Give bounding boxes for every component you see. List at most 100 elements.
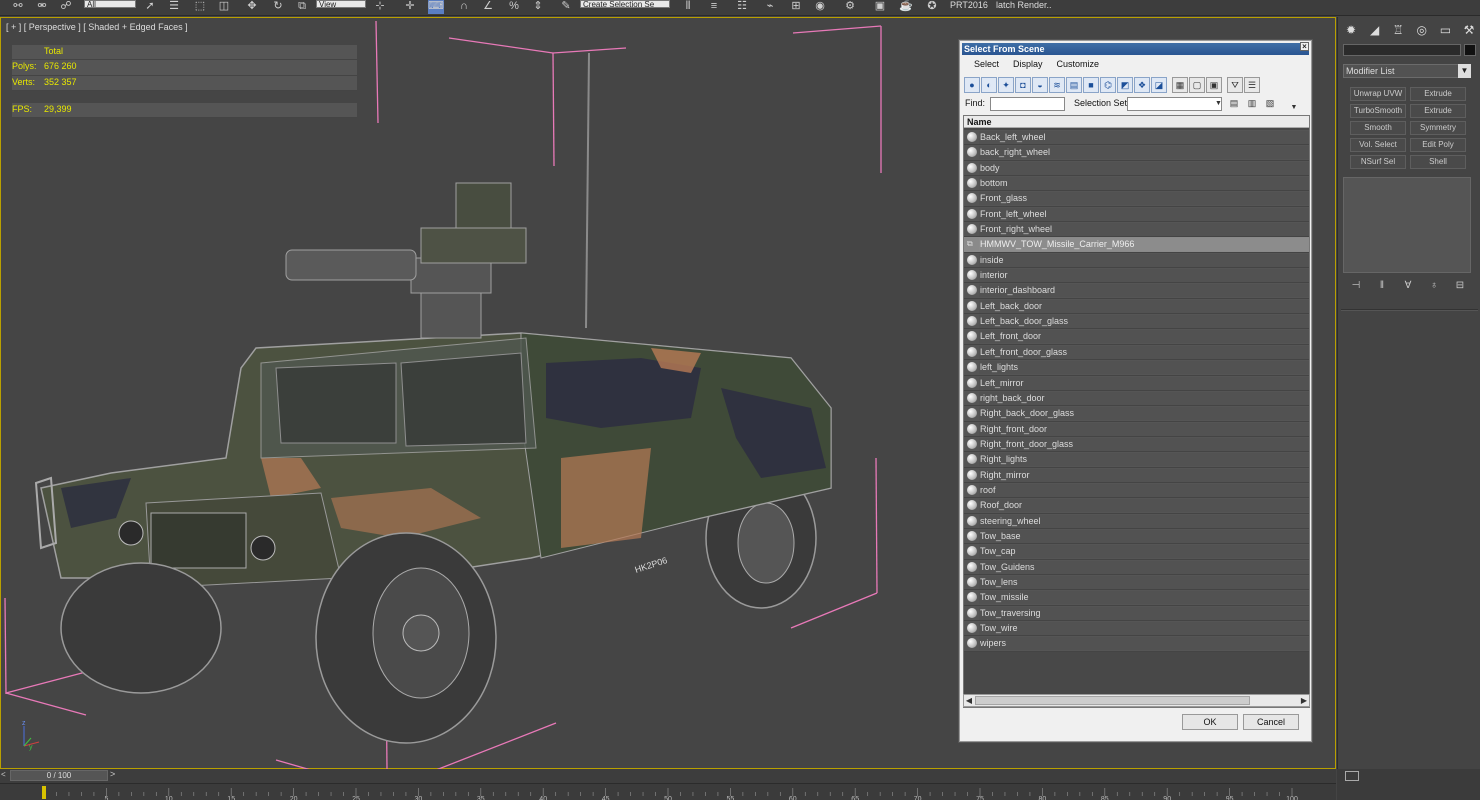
window-crossing-icon[interactable]: ◫ xyxy=(216,0,232,14)
list-item[interactable]: Back_left_wheel xyxy=(964,130,1309,146)
list-item[interactable]: Tow_traversing xyxy=(964,605,1309,621)
pin-stack-icon[interactable]: ⊣ xyxy=(1348,279,1364,293)
reference-coordinate-dropdown[interactable]: View xyxy=(316,0,366,8)
ok-button[interactable]: OK xyxy=(1182,714,1238,730)
list-item[interactable]: Tow_lens xyxy=(964,574,1309,591)
display-bones-icon[interactable]: ⌬ xyxy=(1100,77,1116,93)
display-helpers-icon[interactable]: ◒ xyxy=(1032,77,1048,93)
list-item[interactable]: Front_right_wheel xyxy=(964,222,1309,238)
edit-named-selection-icon[interactable]: ✎ xyxy=(558,0,574,14)
render-iterative-icon[interactable]: ✪ xyxy=(924,0,940,14)
list-item[interactable]: bottom xyxy=(964,176,1309,192)
display-groups-icon[interactable]: ▤ xyxy=(1066,77,1082,93)
curve-editor-icon[interactable]: ⌁ xyxy=(762,0,778,14)
menu-select[interactable]: Select xyxy=(974,56,999,72)
list-item[interactable]: Front_left_wheel xyxy=(964,206,1309,223)
object-name-field[interactable] xyxy=(1343,44,1461,56)
display-lights-icon[interactable]: ✦ xyxy=(998,77,1014,93)
selection-set-edit-icon[interactable]: ▥ xyxy=(1245,97,1259,111)
list-item[interactable]: Right_front_door xyxy=(964,421,1309,437)
list-item[interactable]: Left_front_door xyxy=(964,329,1309,345)
list-item[interactable]: Tow_Guidens xyxy=(964,559,1309,575)
render-production-icon[interactable]: ☕ xyxy=(898,0,914,14)
list-item[interactable]: Tow_wire xyxy=(964,621,1309,637)
list-item[interactable]: Left_mirror xyxy=(964,375,1309,391)
list-item[interactable]: left_lights xyxy=(964,360,1309,376)
remove-modifier-icon[interactable]: ♁ xyxy=(1426,279,1442,293)
hierarchy-tab-icon[interactable]: ♖ xyxy=(1389,21,1407,39)
percent-snap-icon[interactable]: % xyxy=(506,0,522,14)
scroll-right-icon[interactable]: ▶ xyxy=(1299,695,1309,706)
unwrap-uvw-button[interactable]: Unwrap UVW xyxy=(1350,87,1406,101)
region-select-icon[interactable]: ⬚ xyxy=(192,0,208,14)
list-item[interactable]: Tow_cap xyxy=(964,544,1309,560)
render-setup-icon[interactable]: ⚙ xyxy=(842,0,858,14)
expand-options-icon[interactable]: ▼ xyxy=(1287,101,1301,115)
unlink-icon[interactable]: ⚮ xyxy=(34,0,50,14)
pivot-center-icon[interactable]: ⊹ xyxy=(372,0,388,14)
scroll-left-icon[interactable]: ◀ xyxy=(964,695,974,706)
filter-icon[interactable]: ⛛ xyxy=(1227,77,1243,93)
filter-options-icon[interactable]: ☰ xyxy=(1244,77,1260,93)
list-item[interactable]: steering_wheel xyxy=(964,513,1309,529)
list-item[interactable]: Front_glass xyxy=(964,191,1309,207)
extrude-button-2[interactable]: Extrude xyxy=(1410,104,1466,118)
align-icon[interactable]: ≡ xyxy=(706,0,722,14)
rendered-frame-icon[interactable]: ▣ xyxy=(872,0,888,14)
shell-button[interactable]: Shell xyxy=(1410,155,1466,169)
material-editor-icon[interactable]: ◉ xyxy=(812,0,828,14)
time-prev-icon[interactable]: < xyxy=(1,770,9,779)
list-item[interactable]: Right_lights xyxy=(964,452,1309,468)
schematic-view-icon[interactable]: ⊞ xyxy=(788,0,804,14)
list-item[interactable]: ⧉ HMMWV_TOW_Missile_Carrier_M966 xyxy=(964,237,1309,253)
display-shapes-icon[interactable]: ◐ xyxy=(981,77,997,93)
list-item[interactable]: Right_back_door_glass xyxy=(964,406,1309,422)
list-item[interactable]: Left_back_door_glass xyxy=(964,314,1309,330)
snaps-toggle-icon[interactable]: ∩ xyxy=(456,0,472,14)
list-item[interactable]: back_right_wheel xyxy=(964,145,1309,161)
display-cameras-icon[interactable]: ◘ xyxy=(1015,77,1031,93)
time-slider[interactable]: 0 / 100 xyxy=(10,770,108,781)
menu-display[interactable]: Display xyxy=(1013,56,1043,72)
list-item[interactable]: inside xyxy=(964,252,1309,269)
smooth-button[interactable]: Smooth xyxy=(1350,121,1406,135)
batch-render-button[interactable]: latch Render.. xyxy=(996,0,1052,10)
scene-object-list[interactable]: Name Back_left_wheel back_right_wheel body… xyxy=(963,115,1310,708)
list-item[interactable]: Tow_missile xyxy=(964,590,1309,606)
selection-set-remove-icon[interactable]: ▧ xyxy=(1263,97,1277,111)
select-manipulate-icon[interactable]: ✛ xyxy=(402,0,418,14)
display-hidden-icon[interactable]: ◪ xyxy=(1151,77,1167,93)
time-next-icon[interactable]: > xyxy=(110,769,120,779)
layer-manager-icon[interactable]: ☷ xyxy=(734,0,750,14)
selection-filter-dropdown[interactable]: All xyxy=(84,0,136,8)
bind-spacewarp-icon[interactable]: ☍ xyxy=(58,0,74,14)
show-end-result-icon[interactable]: ‖ xyxy=(1374,279,1390,293)
layer-name-label[interactable]: PRT2016 xyxy=(950,0,988,10)
list-item[interactable]: Roof_door xyxy=(964,498,1309,514)
cancel-button[interactable]: Cancel xyxy=(1243,714,1299,730)
horizontal-scrollbar[interactable]: ◀ ▶ xyxy=(963,694,1310,707)
modifier-stack[interactable] xyxy=(1343,177,1471,273)
list-item[interactable]: wipers xyxy=(964,636,1309,652)
scale-icon[interactable]: ⧉ xyxy=(294,0,310,14)
list-item[interactable]: Right_front_door_glass xyxy=(964,436,1309,453)
link-icon[interactable]: ⚯ xyxy=(10,0,26,14)
modifier-list-dropdown[interactable]: Modifier List xyxy=(1343,64,1471,78)
keyboard-shortcut-override-icon[interactable]: ⌨ xyxy=(428,0,444,14)
select-by-name-icon[interactable]: ☰ xyxy=(166,0,182,14)
turbosmooth-button[interactable]: TurboSmooth xyxy=(1350,104,1406,118)
extrude-button[interactable]: Extrude xyxy=(1410,87,1466,101)
selection-set-add-icon[interactable]: ▤ xyxy=(1227,97,1241,111)
list-item[interactable]: Left_back_door xyxy=(964,298,1309,315)
display-xrefs-icon[interactable]: ■ xyxy=(1083,77,1099,93)
chevron-down-icon[interactable]: ▼ xyxy=(1215,97,1223,111)
move-icon[interactable]: ✥ xyxy=(244,0,260,14)
list-item[interactable]: Right_mirror xyxy=(964,467,1309,483)
track-bar[interactable]: 5 10 15 20 25 30 35 40 45 50 55 60 65 70 75 80 85 90 95 100 xyxy=(0,783,1336,800)
key-filters-icon[interactable] xyxy=(1345,771,1359,781)
list-item[interactable]: roof xyxy=(964,482,1309,499)
display-none-icon[interactable]: ▢ xyxy=(1189,77,1205,93)
selection-set-dropdown[interactable] xyxy=(1127,97,1222,111)
find-input[interactable] xyxy=(990,97,1065,111)
angle-snap-icon[interactable]: ∠ xyxy=(480,0,496,14)
